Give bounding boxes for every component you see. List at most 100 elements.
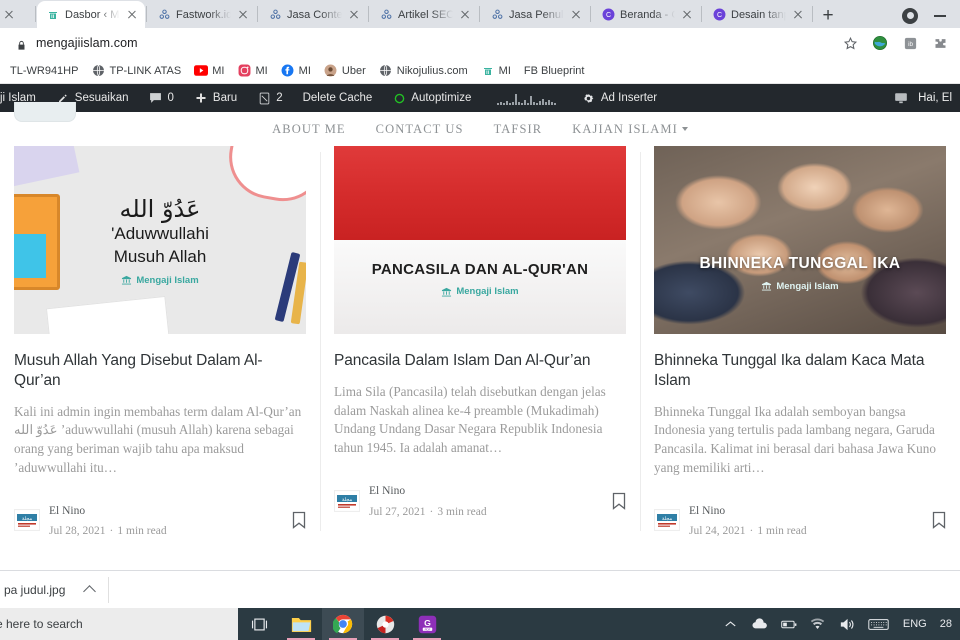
svg-text:C: C bbox=[605, 12, 610, 19]
admin-bar-comments[interactable]: 0 bbox=[139, 84, 184, 112]
admin-bar-ad-inserter[interactable]: Ad Inserter bbox=[572, 84, 667, 112]
bookmark-icon[interactable] bbox=[292, 511, 306, 530]
admin-bar-new[interactable]: Baru bbox=[184, 84, 247, 112]
close-icon[interactable] bbox=[125, 8, 139, 22]
chrome-icon[interactable] bbox=[322, 608, 364, 640]
browser-tab[interactable]: Jasa Penulis A bbox=[481, 1, 589, 28]
bookmark-item[interactable]: FB Blueprint bbox=[524, 65, 585, 77]
lock-icon bbox=[16, 38, 27, 50]
close-icon[interactable] bbox=[347, 8, 361, 22]
post-excerpt: Kali ini admin ingin membahas term dalam… bbox=[14, 403, 302, 475]
close-icon[interactable] bbox=[680, 8, 694, 22]
browser-tab[interactable]: C Beranda - Ca bbox=[592, 1, 700, 28]
bookmark-item[interactable]: Nikojulius.com bbox=[379, 64, 468, 78]
show-hidden-icons-icon[interactable] bbox=[723, 616, 739, 632]
close-icon[interactable] bbox=[458, 8, 472, 22]
avatar[interactable]: مجلة bbox=[654, 509, 680, 532]
nav-item-tafsir[interactable]: TAFSIR bbox=[494, 122, 543, 137]
fastwork-icon bbox=[379, 8, 393, 22]
wifi-icon[interactable] bbox=[810, 616, 826, 632]
uber-icon bbox=[324, 64, 338, 78]
close-icon[interactable] bbox=[2, 8, 16, 22]
browser-tab[interactable]: Fastwork.id: S bbox=[148, 1, 256, 28]
search-input[interactable]: e here to search bbox=[0, 608, 238, 640]
admin-bar-account[interactable]: Hai, El bbox=[894, 91, 960, 105]
admin-bar-autoptimize[interactable]: Autoptimize bbox=[382, 84, 481, 112]
nav-item-about-me[interactable]: ABOUT ME bbox=[272, 122, 346, 137]
bookmark-item[interactable]: TL-WR941HP bbox=[0, 64, 78, 78]
close-icon[interactable] bbox=[236, 8, 250, 22]
profile-avatar-icon[interactable] bbox=[902, 8, 918, 24]
browser-tab[interactable] bbox=[0, 1, 34, 28]
brand-label: Mengaji Islam bbox=[776, 280, 839, 292]
minimize-button[interactable] bbox=[934, 15, 946, 17]
browser-tab-active[interactable]: Dasbor ‹ Men bbox=[37, 1, 145, 28]
nav-item-contact-us[interactable]: CONTACT US bbox=[376, 122, 464, 137]
clock[interactable]: 28 bbox=[940, 618, 952, 630]
nav-item-kajian-islami[interactable]: KAJIAN ISLAMI bbox=[572, 122, 688, 137]
avatar[interactable]: مجلة bbox=[334, 489, 360, 512]
meta-separator: · bbox=[749, 525, 754, 538]
bookmark-item[interactable]: MI bbox=[237, 64, 268, 78]
bookmark-icon[interactable] bbox=[932, 511, 946, 530]
nav-label: CONTACT US bbox=[375, 121, 464, 136]
plus-icon bbox=[194, 91, 208, 105]
bookmark-item[interactable]: MI bbox=[481, 64, 511, 78]
thumbnail-caption: PANCASILA DAN AL-QUR'AN bbox=[371, 261, 589, 278]
bookmark-icon[interactable] bbox=[612, 492, 626, 510]
avatar[interactable]: مجلة bbox=[14, 509, 40, 532]
post-thumbnail[interactable]: عَدُوّ الله 'Aduwwullahi Musuh Allah Men… bbox=[14, 146, 306, 334]
admin-bar-delete-cache[interactable]: Delete Cache bbox=[293, 84, 383, 112]
address-bar[interactable]: mengajiislam.com bbox=[8, 32, 836, 54]
close-icon[interactable] bbox=[791, 8, 805, 22]
close-icon[interactable] bbox=[569, 8, 583, 22]
extension-icon[interactable]: ib bbox=[902, 35, 918, 51]
globe-extension-icon[interactable] bbox=[872, 35, 888, 51]
browser-toolbar: mengajiislam.com ib bbox=[0, 28, 960, 58]
star-icon[interactable] bbox=[842, 35, 858, 51]
post-card[interactable]: BHINNEKA TUNGGAL IKA Mengaji Islam Bhinn… bbox=[640, 146, 960, 542]
file-explorer-icon[interactable] bbox=[280, 608, 322, 640]
bookmark-item[interactable]: TP-LINK ATAS bbox=[91, 64, 181, 78]
post-thumbnail[interactable]: BHINNEKA TUNGGAL IKA Mengaji Islam bbox=[654, 146, 946, 334]
puzzle-icon[interactable] bbox=[932, 35, 948, 51]
post-title[interactable]: Pancasila Dalam Islam Dan Al-Qur’an bbox=[334, 351, 626, 371]
bookmark-item[interactable]: Uber bbox=[324, 64, 366, 78]
post-thumbnail[interactable]: PANCASILA DAN AL-QUR'AN Mengaji Islam bbox=[334, 146, 626, 334]
meta-separator: · bbox=[429, 505, 434, 518]
admin-bar-wpforms[interactable]: 2 bbox=[247, 84, 292, 112]
tab-title: Artikel SEO M bbox=[398, 8, 453, 21]
bookmark-item[interactable]: MI bbox=[281, 64, 311, 78]
cloud-icon[interactable] bbox=[752, 616, 768, 632]
svg-text:مجلة: مجلة bbox=[662, 516, 673, 522]
post-author: El Nino bbox=[689, 504, 726, 517]
browser-tab[interactable]: Jasa Content bbox=[259, 1, 367, 28]
bookmark-label: TL-WR941HP bbox=[10, 64, 79, 77]
pdf-app-icon[interactable]: G PDF bbox=[406, 608, 448, 640]
download-bar: pa judul.jpg bbox=[0, 570, 960, 608]
bookmark-item[interactable]: MI bbox=[194, 64, 224, 78]
post-card[interactable]: PANCASILA DAN AL-QUR'AN Mengaji Islam Pa… bbox=[320, 146, 640, 542]
wordpress-icon bbox=[46, 8, 60, 22]
post-card[interactable]: عَدُوّ الله 'Aduwwullahi Musuh Allah Men… bbox=[0, 146, 320, 542]
language-indicator[interactable]: ENG bbox=[903, 618, 927, 630]
download-item[interactable]: pa judul.jpg bbox=[0, 583, 108, 598]
bank-icon bbox=[441, 287, 452, 297]
task-view-icon[interactable] bbox=[238, 608, 280, 640]
post-meta: مجلة El Nino Jul 28, 2021 · 1 min read bbox=[14, 500, 306, 542]
keyboard-icon[interactable] bbox=[868, 616, 890, 632]
battery-icon[interactable] bbox=[781, 616, 797, 632]
thumbnail-brand: Mengaji Islam bbox=[372, 286, 589, 297]
new-tab-button[interactable] bbox=[814, 2, 842, 28]
browser-tab[interactable]: C Desain tanpa bbox=[703, 1, 811, 28]
thumbnail-text: BHINNEKA TUNGGAL IKA Mengaji Islam bbox=[700, 255, 901, 292]
post-title[interactable]: Bhinneka Tunggal Ika dalam Kaca Mata Isl… bbox=[654, 351, 946, 391]
post-title[interactable]: Musuh Allah Yang Disebut Dalam Al-Qur’an bbox=[14, 351, 306, 391]
volume-icon[interactable] bbox=[839, 616, 855, 632]
chevron-up-icon[interactable] bbox=[83, 584, 97, 598]
media-app-icon[interactable] bbox=[364, 608, 406, 640]
post-read-time: 1 min read bbox=[757, 525, 807, 538]
browser-tab[interactable]: Artikel SEO M bbox=[370, 1, 478, 28]
admin-bar-stats[interactable] bbox=[481, 84, 572, 112]
admin-bar-label: Sesuaikan bbox=[74, 92, 129, 104]
